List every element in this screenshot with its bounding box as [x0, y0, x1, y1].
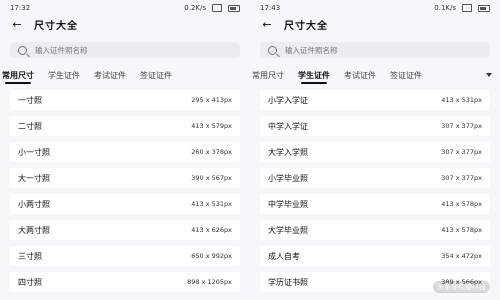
page-title: 尺寸大全	[284, 20, 328, 32]
list-item[interactable]: 中学毕业照 413 x 578px	[260, 194, 490, 214]
left-screen: 17:32 0.2K/s ← 尺寸大全 常用尺寸 学生证件 考试证件 签证证件 …	[0, 0, 250, 300]
list-item[interactable]: 一寸照 295 x 413px	[10, 90, 240, 110]
page-title: 尺寸大全	[34, 20, 78, 32]
category-tabs: 常用尺寸 学生证件 考试证件 签证证件	[0, 66, 250, 84]
tab-student-ids[interactable]: 学生证件	[298, 70, 330, 84]
list-item[interactable]: 大学毕业照 413 x 578px	[260, 220, 490, 240]
signal-icon	[212, 4, 222, 12]
status-time: 17:43	[260, 4, 281, 12]
back-arrow-icon[interactable]: ←	[260, 17, 274, 31]
search-icon	[268, 45, 277, 55]
list-item[interactable]: 成人自考 354 x 472px	[260, 246, 490, 266]
back-arrow-icon[interactable]: ←	[10, 17, 24, 31]
list-item[interactable]: 大学入学照 307 x 377px	[260, 142, 490, 162]
category-tabs: 常用尺寸 学生证件 考试证件 签证证件	[250, 66, 500, 84]
status-net-speed: 0.2K/s	[184, 4, 206, 12]
status-bar: 17:32 0.2K/s	[0, 0, 250, 16]
tab-visa-ids[interactable]: 签证证件	[390, 70, 422, 81]
tab-exam-ids[interactable]: 考试证件	[94, 70, 126, 81]
tab-exam-ids[interactable]: 考试证件	[344, 70, 376, 81]
list-item[interactable]: 中学入学证 307 x 377px	[260, 116, 490, 136]
list-item[interactable]: 小学入学证 413 x 531px	[260, 90, 490, 110]
list-item[interactable]: 四寸照 898 x 1205px	[10, 272, 240, 292]
signal-icon	[462, 4, 472, 12]
tab-common-sizes[interactable]: 常用尺寸	[252, 70, 284, 81]
list-item[interactable]: 小学毕业照 307 x 377px	[260, 168, 490, 188]
size-list: 小学入学证 413 x 531px 中学入学证 307 x 377px 大学入学照 3…	[250, 90, 500, 292]
list-item[interactable]: 小两寸照 413 x 531px	[10, 194, 240, 214]
search-icon	[18, 45, 27, 55]
battery-icon	[478, 4, 490, 12]
list-item[interactable]: 三寸照 650 x 992px	[10, 246, 240, 266]
status-time: 17:32	[10, 4, 31, 12]
size-list: 一寸照 295 x 413px 二寸照 413 x 579px 小一寸照 260 x …	[0, 90, 250, 292]
list-item[interactable]: 大两寸照 413 x 626px	[10, 220, 240, 240]
tab-student-ids[interactable]: 学生证件	[48, 70, 80, 81]
search-input[interactable]	[33, 44, 227, 56]
list-item[interactable]: 大一寸照 390 x 567px	[10, 168, 240, 188]
tab-visa-ids[interactable]: 签证证件	[140, 70, 172, 81]
search-bar[interactable]	[10, 42, 240, 58]
right-screen: 17:43 0.1K/s ← 尺寸大全 常用尺寸 学生证件 考试证件 签证证件 …	[250, 0, 500, 300]
chevron-down-icon[interactable]	[486, 73, 492, 77]
search-input[interactable]	[283, 44, 477, 56]
app-header: ← 尺寸大全	[250, 16, 500, 32]
list-item[interactable]: 小一寸照 260 x 378px	[10, 142, 240, 162]
list-item[interactable]: 二寸照 413 x 579px	[10, 116, 240, 136]
status-bar: 17:43 0.1K/s	[250, 0, 500, 16]
battery-icon	[228, 4, 240, 12]
tab-common-sizes[interactable]: 常用尺寸	[2, 70, 34, 84]
app-header: ← 尺寸大全	[0, 16, 250, 32]
search-bar[interactable]	[260, 42, 490, 58]
status-net-speed: 0.1K/s	[434, 4, 456, 12]
watermark: 头条@花瓣科技	[433, 281, 490, 293]
